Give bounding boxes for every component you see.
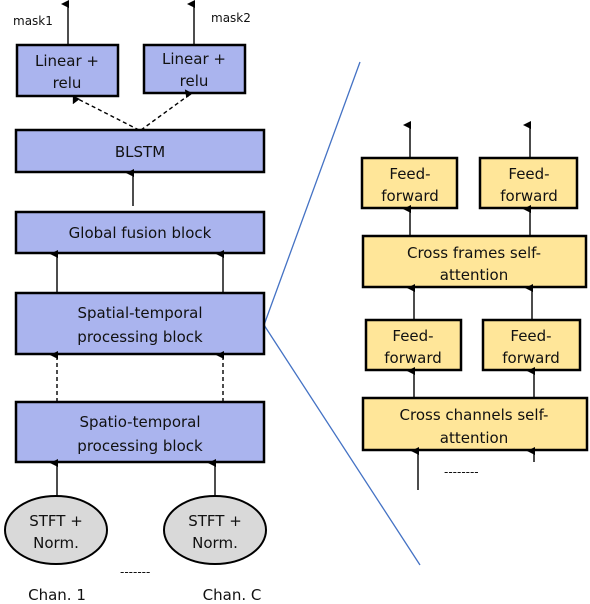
svg-text:relu: relu [53,74,82,92]
svg-text:Linear +: Linear + [162,50,226,68]
svg-text:STFT +: STFT + [188,512,242,530]
architecture-diagram: mask1 mask2 Linear + relu Linear + relu … [4,0,589,604]
spatio-temporal-block: Spatio-temporal processing block [14,400,266,464]
svg-text:Cross frames self-: Cross frames self- [407,244,541,262]
stft-norm-chan1: STFT + Norm. [4,495,108,565]
svg-text:attention: attention [440,429,508,447]
svg-text:STFT +: STFT + [29,512,83,530]
svg-text:Global fusion block: Global fusion block [69,224,212,242]
feed-forward-top-2: Feed- forward [478,156,579,210]
stft-norm-chanC: STFT + Norm. [163,495,267,565]
channel-1-label: Chan. 1 [28,586,86,604]
svg-text:processing block: processing block [77,437,203,455]
blstm-block: BLSTM [14,128,266,174]
cross-channels-attention-block: Cross channels self- attention [361,396,589,452]
svg-text:Spatio-temporal: Spatio-temporal [79,413,200,431]
svg-text:Feed-: Feed- [389,165,430,183]
linear-relu-block-2: Linear + relu [142,43,247,95]
feed-forward-mid-2: Feed- forward [481,318,582,372]
svg-text:BLSTM: BLSTM [115,143,165,161]
svg-text:forward: forward [502,349,560,367]
svg-text:forward: forward [384,349,442,367]
mask2-label: mask2 [211,11,251,25]
input-ellipsis: -------- [444,465,479,479]
svg-text:Cross channels self-: Cross channels self- [400,406,549,424]
cross-frames-attention-block: Cross frames self- attention [361,234,588,289]
feed-forward-mid-1: Feed- forward [364,318,463,372]
svg-text:Linear +: Linear + [35,52,99,70]
svg-text:Spatial-temporal: Spatial-temporal [77,304,202,322]
blstm-to-linear1-arrow [72,95,140,131]
svg-text:Norm.: Norm. [192,534,238,552]
svg-text:processing block: processing block [77,328,203,346]
svg-text:relu: relu [180,72,209,90]
svg-text:Feed-: Feed- [392,327,433,345]
svg-text:Feed-: Feed- [510,327,551,345]
svg-text:Norm.: Norm. [33,534,79,552]
blstm-to-linear2-arrow [140,89,193,131]
svg-text:forward: forward [500,187,558,205]
svg-text:attention: attention [440,266,508,284]
global-fusion-block: Global fusion block [14,210,266,255]
mask1-label: mask1 [13,14,53,28]
channel-c-label: Chan. C [203,586,262,604]
feed-forward-top-1: Feed- forward [360,156,459,210]
linear-relu-block-1: Linear + relu [15,43,120,98]
svg-text:Feed-: Feed- [508,165,549,183]
zoom-connector-top [263,61,361,326]
svg-text:forward: forward [381,187,439,205]
spatial-temporal-block: Spatial-temporal processing block [14,291,266,356]
channel-ellipsis: ------- [120,565,150,579]
